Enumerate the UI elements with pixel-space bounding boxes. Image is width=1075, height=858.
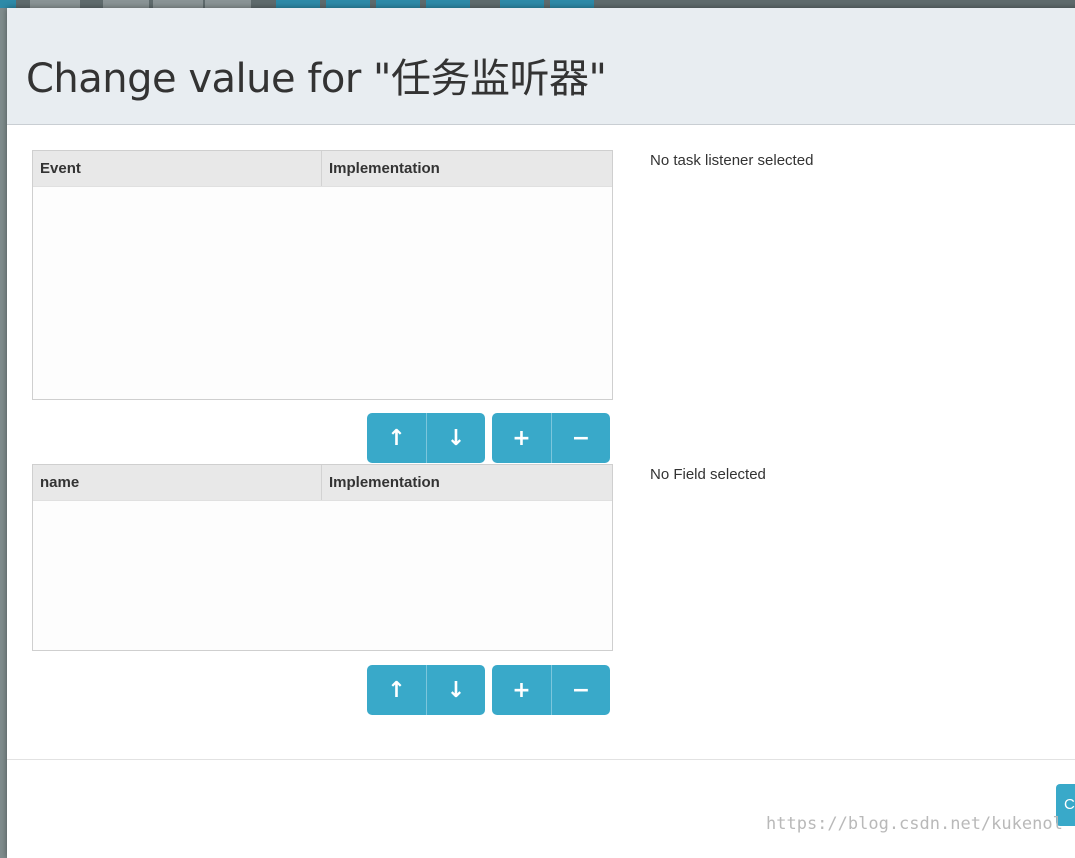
modal-footer-divider [7, 759, 1075, 760]
arrow-down-icon: ↓ [446, 425, 466, 451]
modal-header: Change value for "任务监听器" [7, 8, 1075, 125]
remove-listener-button[interactable]: − [551, 413, 610, 463]
grid-header: Event Implementation [33, 151, 612, 187]
task-listener-grid[interactable]: Event Implementation [32, 150, 613, 400]
column-header-implementation[interactable]: Implementation [322, 151, 612, 186]
move-field-up-button[interactable]: ↑ [367, 665, 426, 715]
column-header-implementation[interactable]: Implementation [322, 465, 612, 500]
background-toolbar-button [426, 0, 470, 8]
modal-title: Change value for "任务监听器" [26, 56, 607, 102]
plus-icon: + [512, 425, 531, 451]
watermark: https://blog.csdn.net/kukenol [766, 814, 1063, 834]
column-header-event[interactable]: Event [33, 151, 322, 186]
arrow-down-icon: ↓ [446, 677, 466, 703]
move-listener-down-button[interactable]: ↓ [426, 413, 485, 463]
background-toolbar-button [276, 0, 320, 8]
add-listener-button[interactable]: + [492, 413, 551, 463]
remove-field-button[interactable]: − [551, 665, 610, 715]
listener-edit-button-group: + − [492, 413, 610, 463]
background-toolbar-button [153, 0, 203, 8]
grid-header: name Implementation [33, 465, 612, 501]
fields-grid[interactable]: name Implementation [32, 464, 613, 651]
background-toolbar-button [103, 0, 149, 8]
no-field-message: No Field selected [650, 466, 766, 483]
change-value-modal: Change value for "任务监听器" Event Implement… [7, 8, 1075, 858]
listener-move-button-group: ↑ ↓ [367, 413, 485, 463]
background-toolbar-button [550, 0, 594, 8]
arrow-up-icon: ↑ [387, 677, 406, 703]
add-field-button[interactable]: + [492, 665, 551, 715]
column-header-name[interactable]: name [33, 465, 322, 500]
minus-icon: − [571, 425, 591, 451]
background-toolbar-button [376, 0, 420, 8]
background-toolbar-button [0, 0, 16, 8]
background-toolbar-button [205, 0, 251, 8]
field-edit-button-group: + − [492, 665, 610, 715]
move-listener-up-button[interactable]: ↑ [367, 413, 426, 463]
arrow-up-icon: ↑ [387, 425, 406, 451]
field-move-button-group: ↑ ↓ [367, 665, 485, 715]
plus-icon: + [512, 677, 531, 703]
no-task-listener-message: No task listener selected [650, 152, 814, 169]
background-toolbar-button [500, 0, 544, 8]
move-field-down-button[interactable]: ↓ [426, 665, 485, 715]
background-toolbar-button [30, 0, 80, 8]
background-toolbar-button [326, 0, 370, 8]
minus-icon: − [571, 677, 591, 703]
background-toolbar [0, 0, 1075, 8]
